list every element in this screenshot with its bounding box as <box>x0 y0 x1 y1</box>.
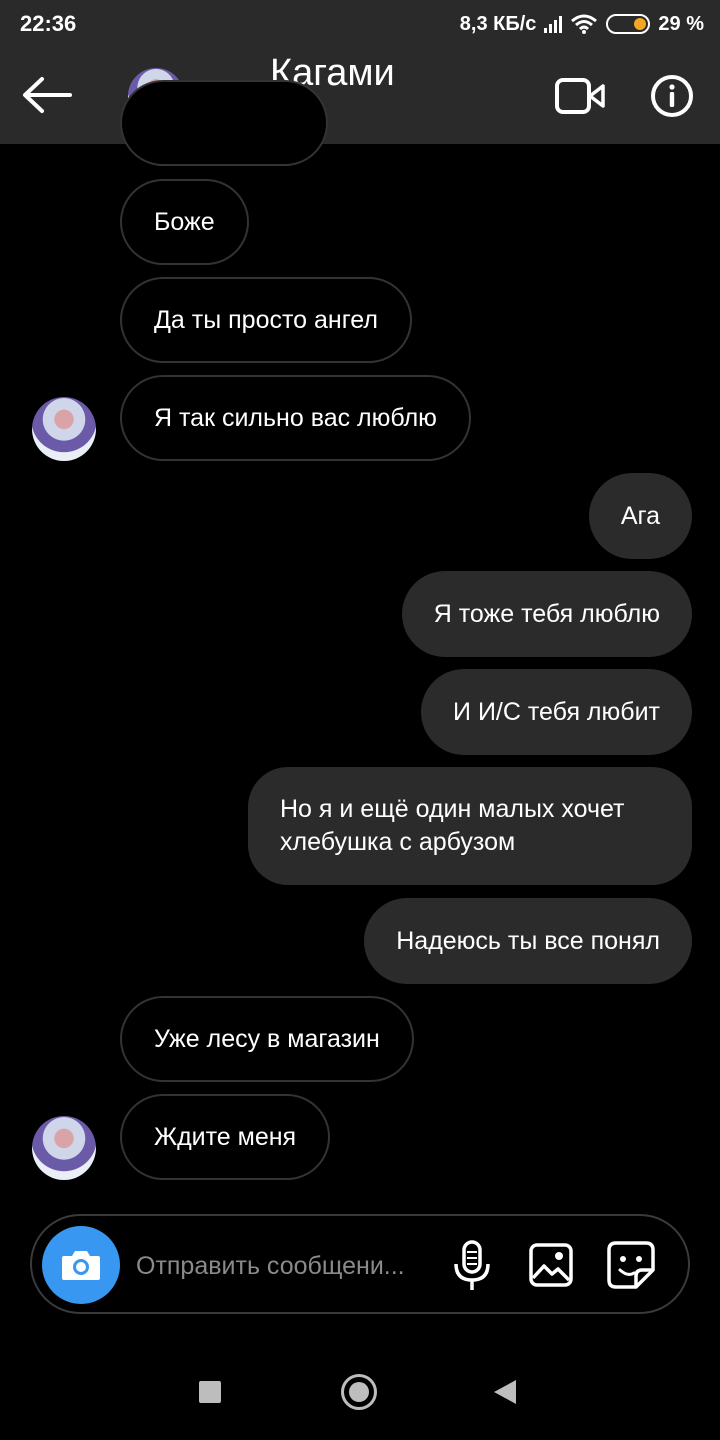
system-back-icon[interactable] <box>494 1380 516 1404</box>
message-incoming: Боже <box>120 179 249 265</box>
message-text: Я так сильно вас люблю <box>154 403 437 432</box>
message-text: Уже лесу в магазин <box>154 1024 380 1053</box>
message-text: Да ты просто ангел <box>154 305 378 334</box>
message-text: Надеюсь ты все понял <box>396 926 660 955</box>
back-arrow-icon[interactable] <box>20 74 74 116</box>
message-outgoing: Надеюсь ты все понял <box>364 898 692 984</box>
recent-apps-icon[interactable] <box>199 1381 221 1403</box>
message-incoming: Ждите меня <box>120 1094 331 1180</box>
message-outgoing: Ага <box>588 473 692 559</box>
message-incoming: Да ты просто ангел <box>120 277 412 363</box>
battery-icon <box>606 14 651 34</box>
camera-button[interactable] <box>42 1226 120 1304</box>
battery-percent: 29 % <box>658 12 704 35</box>
message-text: Ага <box>620 501 660 530</box>
signal-icon <box>544 15 563 33</box>
message-incoming: Я так сильно вас люблю <box>120 375 471 461</box>
microphone-icon[interactable] <box>452 1240 492 1292</box>
video-call-icon[interactable] <box>554 76 606 116</box>
message-outgoing: Но я и ещё один малых хочет хлебушка с а… <box>248 767 692 885</box>
message-text: Я тоже тебя люблю <box>433 599 660 628</box>
message-text: Боже <box>154 207 215 236</box>
network-speed: 8,3 КБ/с <box>459 12 537 35</box>
sticker-icon[interactable] <box>606 1240 656 1290</box>
camera-icon <box>62 1251 100 1280</box>
status-indicators: 8,3 КБ/с 29 % <box>460 10 704 38</box>
chat-header: Кагами <box>0 48 720 144</box>
sender-avatar[interactable] <box>32 397 96 461</box>
status-bar: 22:36 8,3 КБ/с 29 % <box>0 0 720 48</box>
message-input[interactable] <box>136 1246 426 1286</box>
status-time: 22:36 <box>20 11 77 36</box>
message-outgoing: И И/С тебя любит <box>421 669 692 755</box>
message-bubble-partial <box>120 80 328 166</box>
message-incoming: Уже лесу в магазин <box>120 996 414 1082</box>
message-composer <box>30 1214 690 1314</box>
message-outgoing: Я тоже тебя люблю <box>401 571 692 657</box>
wifi-icon <box>571 14 598 34</box>
message-text: И И/С тебя любит <box>453 697 660 726</box>
home-icon[interactable] <box>341 1374 377 1410</box>
system-navigation-bar <box>0 1340 720 1440</box>
message-text: Ждите меня <box>154 1122 297 1151</box>
info-icon[interactable] <box>650 74 694 118</box>
gallery-icon[interactable] <box>528 1242 574 1288</box>
message-text: Но я и ещё один малых хочет хлебушка с а… <box>280 795 625 856</box>
sender-avatar[interactable] <box>32 1116 96 1180</box>
